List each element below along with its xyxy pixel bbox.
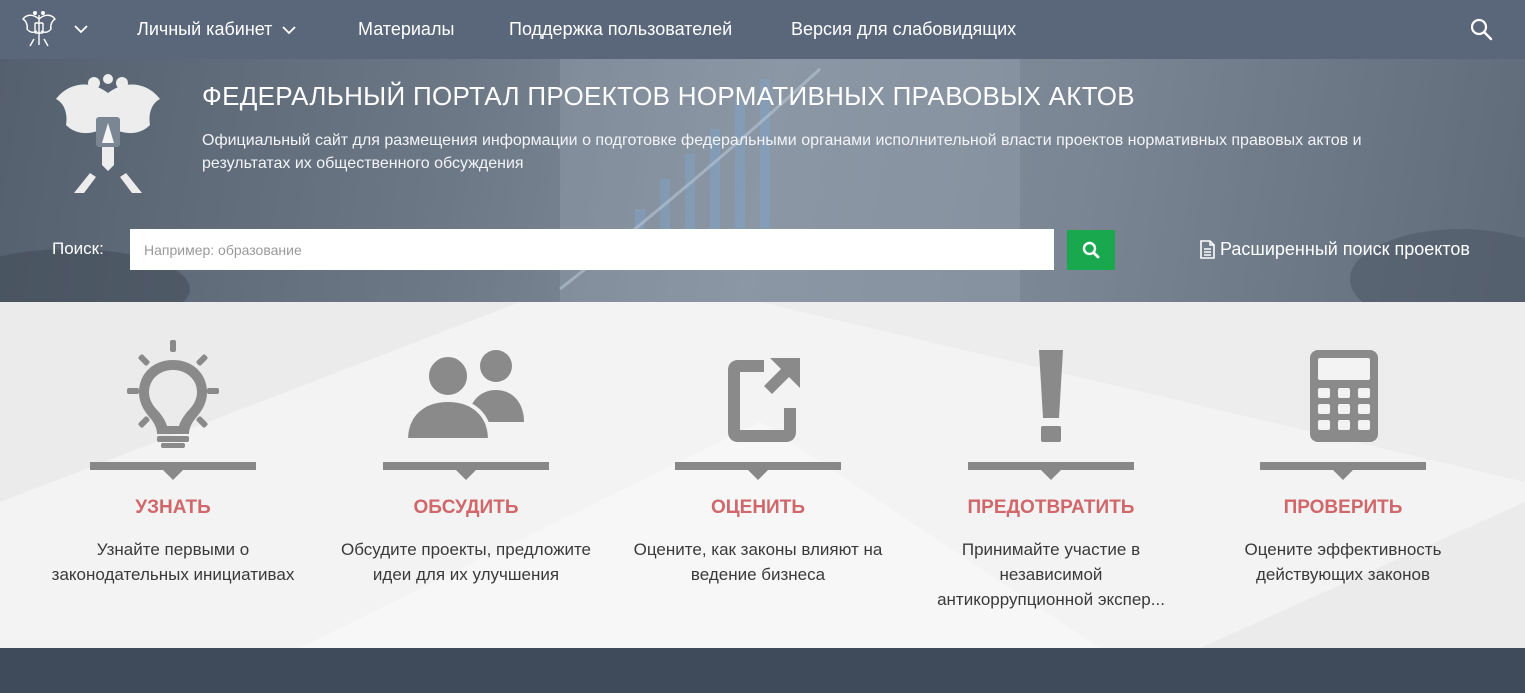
nav-item-account[interactable]: Личный кабинет	[137, 0, 297, 59]
search-input[interactable]	[130, 229, 1054, 270]
feature-description: Оцените, как законы влияют на ведение би…	[633, 540, 883, 584]
coat-of-arms-icon[interactable]	[20, 9, 58, 49]
feature-description: Оцените эффективность действующих законо…	[1244, 540, 1442, 584]
nav-item-support[interactable]: Поддержка пользователей	[509, 0, 732, 59]
pointer-bar-icon	[1260, 462, 1426, 480]
feature-title: ПРОВЕРИТЬ	[1283, 497, 1403, 518]
advanced-search-link[interactable]: Расширенный поиск проектов	[1200, 239, 1470, 260]
feature-learn[interactable]: УЗНАТЬ Узнайте первыми о законодательных…	[27, 302, 319, 648]
chevron-down-icon	[282, 26, 297, 35]
search-button[interactable]	[1067, 230, 1115, 270]
footer-band	[0, 648, 1525, 693]
nav-item-materials[interactable]: Материалы	[358, 0, 454, 59]
share-square-icon	[728, 358, 800, 442]
chevron-down-icon[interactable]	[73, 21, 89, 37]
calculator-icon	[1310, 350, 1378, 442]
pointer-bar-icon	[968, 462, 1134, 480]
search-icon	[1082, 241, 1100, 259]
feature-evaluate[interactable]: ОЦЕНИТЬ Оцените, как законы влияют на ве…	[612, 302, 904, 648]
people-icon	[403, 350, 524, 442]
pointer-bar-icon	[675, 462, 841, 480]
feature-title: ОБСУДИТЬ	[413, 497, 519, 518]
feature-description: Обсудите проекты, предложите идеи для их…	[341, 540, 591, 584]
features-section: УЗНАТЬ Узнайте первыми о законодательных…	[0, 302, 1525, 648]
exclamation-icon	[1039, 350, 1063, 442]
nav-item-materials-label: Материалы	[358, 19, 455, 39]
page-title: ФЕДЕРАЛЬНЫЙ ПОРТАЛ ПРОЕКТОВ НОРМАТИВНЫХ …	[202, 81, 1135, 111]
nav-item-account-label: Личный кабинет	[137, 19, 273, 39]
coat-of-arms-emblem-icon	[56, 74, 160, 193]
document-icon	[1200, 240, 1215, 259]
lightbulb-icon	[127, 340, 219, 448]
feature-description: Узнайте первыми о законодательных инициа…	[51, 540, 295, 584]
advanced-search-label: Расширенный поиск проектов	[1220, 239, 1470, 259]
nav-item-accessibility[interactable]: Версия для слабовидящих	[791, 0, 1016, 59]
search-icon[interactable]	[1469, 17, 1493, 41]
pointer-bar-icon	[383, 462, 549, 480]
feature-title: ПРЕДОТВРАТИТЬ	[967, 497, 1135, 518]
feature-prevent[interactable]: ПРЕДОТВРАТИТЬ Принимайте участие в незав…	[905, 302, 1197, 648]
search-label: Поиск:	[52, 239, 104, 258]
hero-banner: ФЕДЕРАЛЬНЫЙ ПОРТАЛ ПРОЕКТОВ НОРМАТИВНЫХ …	[0, 59, 1525, 302]
feature-title: ОЦЕНИТЬ	[711, 497, 805, 518]
page-subtitle: Официальный сайт для размещения информац…	[202, 132, 1362, 172]
top-navigation: Личный кабинет Материалы Поддержка польз…	[0, 0, 1525, 59]
nav-item-support-label: Поддержка пользователей	[509, 19, 733, 39]
pointer-bar-icon	[90, 462, 256, 480]
feature-description: Принимайте участие в независимой антикор…	[937, 540, 1165, 609]
feature-title: УЗНАТЬ	[135, 497, 211, 518]
feature-discuss[interactable]: ОБСУДИТЬ Обсудите проекты, предложите ид…	[320, 302, 612, 648]
feature-check[interactable]: ПРОВЕРИТЬ Оцените эффективность действую…	[1197, 302, 1489, 648]
nav-item-accessibility-label: Версия для слабовидящих	[791, 19, 1017, 39]
